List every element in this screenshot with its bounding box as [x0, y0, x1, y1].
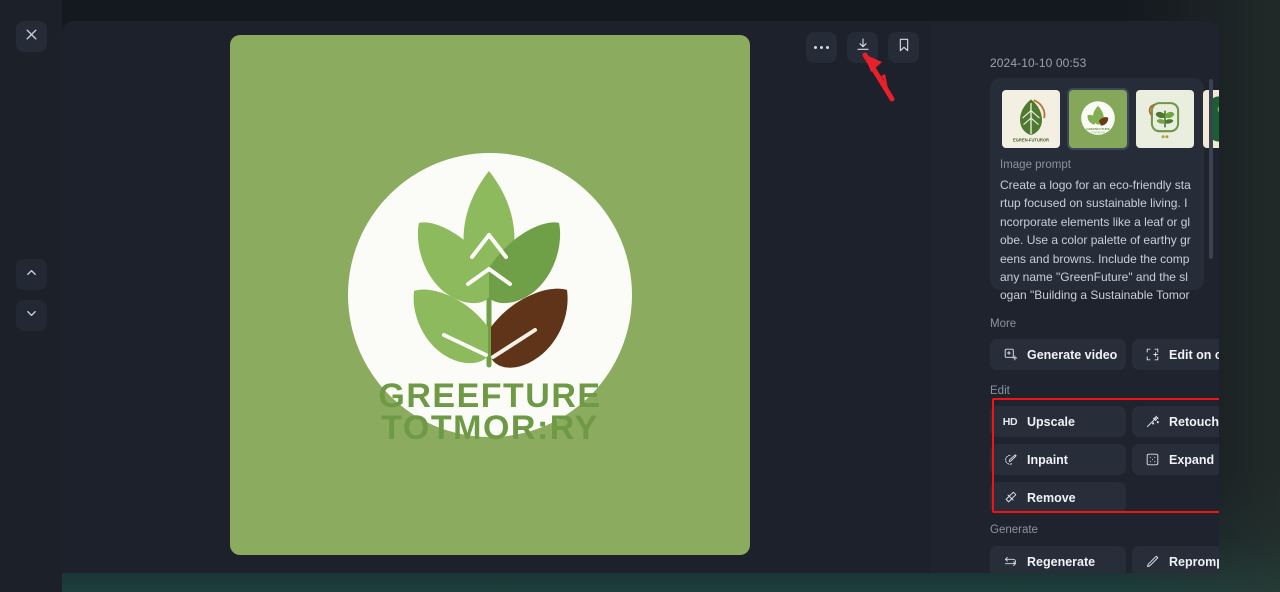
remove-label: Remove — [1027, 490, 1076, 505]
upscale-button[interactable]: HD Upscale — [990, 406, 1126, 437]
previous-image-button[interactable] — [16, 259, 47, 290]
close-button[interactable] — [16, 21, 47, 52]
section-label-more: More — [990, 318, 1017, 330]
retouch-button[interactable]: Retouch — [1132, 406, 1219, 437]
eraser-icon — [1002, 490, 1018, 506]
thumbnail-item-2[interactable]: GREENFUTURE TOMORROW — [1067, 88, 1129, 150]
download-icon — [855, 37, 871, 58]
logo-title-line2: TOTMOR:RY — [381, 409, 598, 447]
close-icon — [24, 27, 39, 47]
chevron-down-icon — [24, 306, 39, 326]
hd-icon: HD — [1002, 415, 1018, 428]
thumbnail-strip: EGREN-FUTUROR GREENFUTURE TOMORROW — [1000, 88, 1219, 150]
section-label-generate: Generate — [990, 524, 1038, 536]
thumbnail-item-3[interactable] — [1134, 88, 1196, 150]
brush-icon — [1002, 452, 1018, 468]
svg-text:GREENFUTURE: GREENFUTURE — [1086, 127, 1109, 131]
viewer-stage: GREEFTURE TOTMOR:RY 2024-10-10 00:53 EGR… — [62, 21, 1219, 573]
image-toolbar — [806, 32, 919, 63]
expand-label: Expand — [1169, 452, 1215, 467]
inpaint-button[interactable]: Inpaint — [990, 444, 1126, 475]
thumbnail-item-1[interactable]: EGREN-FUTUROR — [1000, 88, 1062, 150]
more-options-button[interactable] — [806, 32, 837, 63]
generate-actions-grid: Regenerate Reprompt — [990, 546, 1219, 573]
bookmark-button[interactable] — [888, 32, 919, 63]
generate-video-label: Generate video — [1027, 347, 1118, 362]
more-actions-grid: Generate video Edit on canvas — [990, 339, 1219, 370]
regenerate-icon — [1002, 554, 1018, 570]
app-root: GREEFTURE TOTMOR:RY 2024-10-10 00:53 EGR… — [0, 0, 1280, 592]
prompt-text: Create a logo for an eco-friendly startu… — [1000, 178, 1191, 303]
inpaint-label: Inpaint — [1027, 452, 1068, 467]
generate-video-button[interactable]: Generate video — [990, 339, 1126, 370]
expand-button[interactable]: Expand — [1132, 444, 1219, 475]
svg-text:TOMORROW: TOMORROW — [1091, 133, 1106, 135]
generate-video-icon — [1002, 347, 1018, 363]
details-panel: 2024-10-10 00:53 EGREN-FUTUROR GREENFUTU… — [930, 21, 1219, 573]
edit-on-canvas-button[interactable]: Edit on canvas — [1132, 339, 1219, 370]
ellipsis-icon — [814, 46, 829, 49]
magic-wand-icon — [1144, 414, 1160, 430]
prompt-label: Image prompt — [1000, 159, 1071, 171]
bookmark-icon — [896, 37, 912, 58]
download-button[interactable] — [847, 32, 878, 63]
section-label-edit: Edit — [990, 385, 1010, 397]
upscale-label: Upscale — [1027, 414, 1075, 429]
regenerate-button[interactable]: Regenerate — [990, 546, 1126, 573]
regenerate-label: Regenerate — [1027, 554, 1096, 569]
chevron-up-icon — [24, 265, 39, 285]
expand-icon — [1144, 452, 1160, 468]
logo-artwork: GREEFTURE TOTMOR:RY — [230, 35, 750, 555]
edit-actions-grid: HD Upscale Retouch Inpaint Expand Remove — [990, 406, 1219, 513]
reprompt-label: Reprompt — [1169, 554, 1219, 569]
prompt-card: EGREN-FUTUROR GREENFUTURE TOMORROW Image… — [990, 78, 1219, 302]
edit-on-canvas-label: Edit on canvas — [1169, 347, 1219, 362]
svg-text:EGREN-FUTUROR: EGREN-FUTUROR — [1013, 137, 1049, 142]
pencil-icon — [1144, 554, 1160, 570]
image-timestamp: 2024-10-10 00:53 — [990, 56, 1087, 70]
left-rail — [0, 0, 62, 592]
generated-image[interactable]: GREEFTURE TOTMOR:RY — [230, 35, 750, 555]
panel-scrollbar[interactable] — [1209, 79, 1213, 259]
edit-on-canvas-icon — [1144, 347, 1160, 363]
next-image-button[interactable] — [16, 300, 47, 331]
reprompt-button[interactable]: Reprompt — [1132, 546, 1219, 573]
retouch-label: Retouch — [1169, 414, 1219, 429]
remove-button[interactable]: Remove — [990, 482, 1126, 513]
